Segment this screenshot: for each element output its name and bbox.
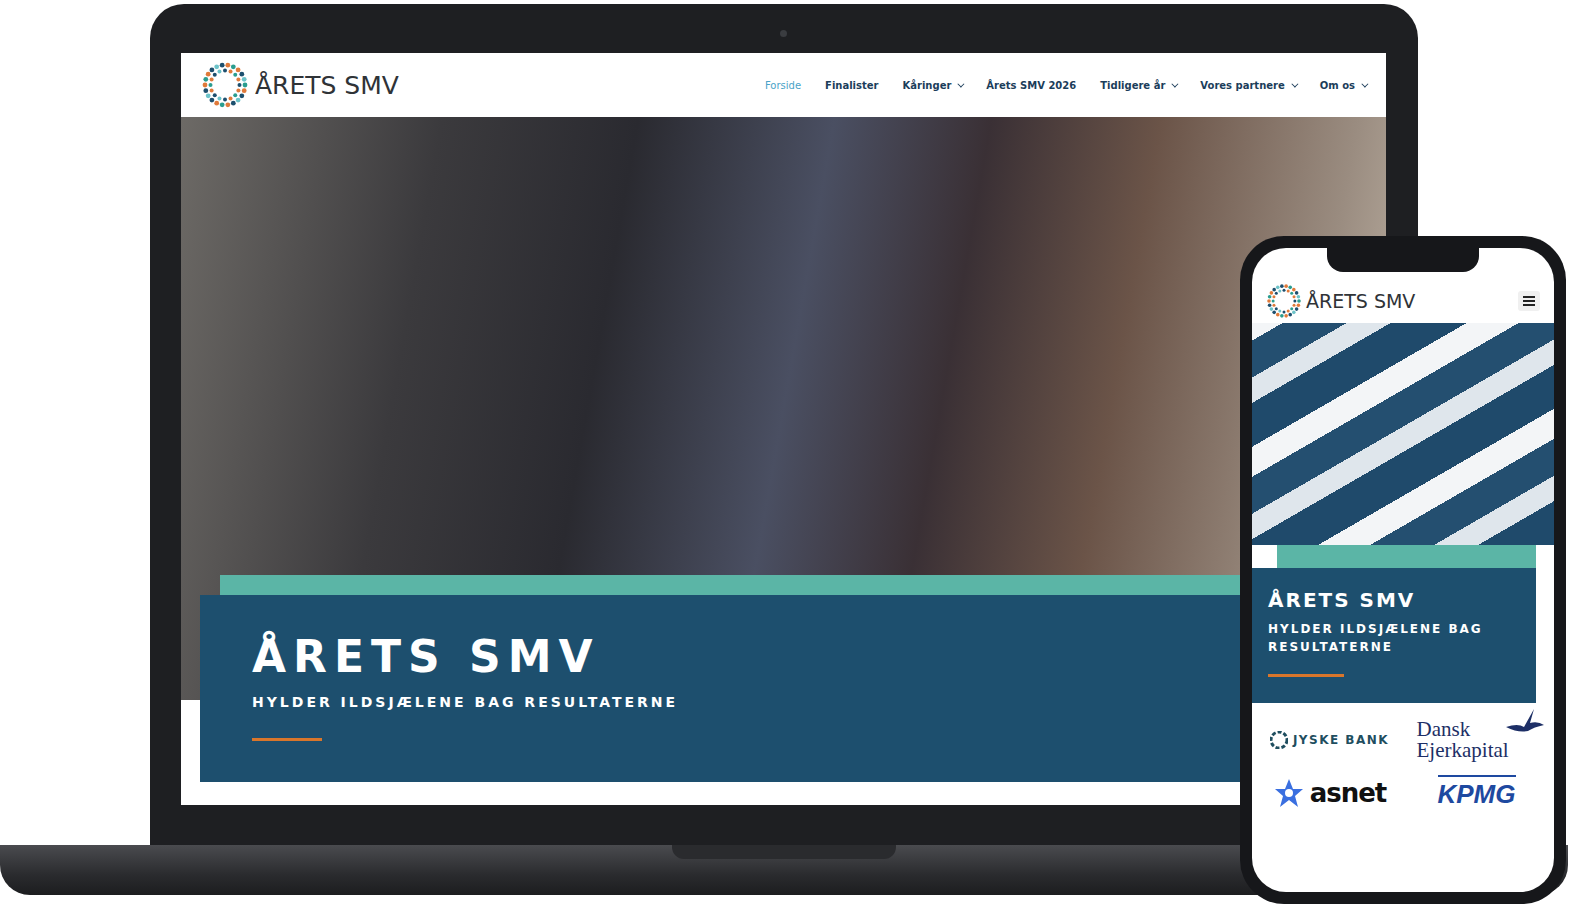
hero-subtitle: HYLDER ILDSJÆLENE BAG RESULTATERNE [252, 694, 1208, 710]
hero-underline [252, 738, 322, 741]
camera-icon [780, 30, 787, 37]
menu-icon[interactable] [1518, 291, 1540, 311]
star-icon [1273, 777, 1305, 809]
main-nav: Forside Finalister Kåringer Årets SMV 2026 T… [765, 80, 1366, 91]
desktop-screen: ÅRETS SMV Forside Finalister Kåringer Årets … [181, 53, 1386, 805]
partner-logo[interactable]: JYSKE BANK [1260, 731, 1399, 749]
partner-logo[interactable]: KPMG [1407, 775, 1546, 810]
hero-accent-strip [220, 575, 1280, 595]
hero-section: ÅRETS SMV HYLDER ILDSJÆLENE BAG RESULTATE… [181, 117, 1386, 805]
mobile-screen: ÅRETS SMV ÅRETS SMV HYLDER ILDSJÆLENE BAG … [1252, 248, 1554, 892]
chevron-icon [1361, 80, 1368, 87]
partner-logos: JYSKE BANK Dansk EjerkapitalasnetKPMG [1252, 703, 1554, 826]
chevron-icon [1291, 80, 1298, 87]
hero-photo [1252, 323, 1554, 545]
hero-title: ÅRETS SMV [252, 631, 1208, 682]
partner-logo[interactable]: asnet [1260, 777, 1399, 809]
nav-item[interactable]: Årets SMV 2026 [986, 80, 1076, 91]
mockup-canvas: ÅRETS SMV Forside Finalister Kåringer Årets … [0, 0, 1574, 920]
hero-banner: ÅRETS SMV HYLDER ILDSJÆLENE BAG RESULTATE… [200, 595, 1260, 782]
jyske-icon [1270, 731, 1288, 749]
chevron-icon [1172, 80, 1179, 87]
laptop-lid: ÅRETS SMV Forside Finalister Kåringer Årets … [150, 4, 1418, 845]
nav-item[interactable]: Kåringer [903, 80, 963, 91]
nav-item[interactable]: Finalister [825, 80, 878, 91]
nav-item[interactable]: Vores partnere [1200, 80, 1295, 91]
phone: ÅRETS SMV ÅRETS SMV HYLDER ILDSJÆLENE BAG … [1240, 236, 1566, 904]
nav-item[interactable]: Tidligere år [1100, 80, 1176, 91]
logo-icon [1266, 283, 1302, 319]
hero-banner: ÅRETS SMV HYLDER ILDSJÆLENE BAG RESULTATE… [1252, 568, 1536, 703]
hero-underline [1268, 674, 1344, 677]
hero-subtitle: HYLDER ILDSJÆLENE BAG RESULTATERNE [1268, 620, 1520, 656]
site-logo[interactable]: ÅRETS SMV [201, 61, 399, 109]
logo-icon [201, 61, 249, 109]
phone-notch [1327, 248, 1479, 272]
hero-title: ÅRETS SMV [1268, 588, 1520, 612]
partner-logo[interactable]: Dansk Ejerkapital [1407, 719, 1546, 761]
bird-icon [1504, 705, 1546, 735]
laptop-notch [672, 845, 896, 859]
nav-item[interactable]: Forside [765, 80, 801, 91]
site-logo[interactable]: ÅRETS SMV [1266, 283, 1415, 319]
hero-accent-strip [1277, 545, 1536, 568]
chevron-icon [958, 80, 965, 87]
nav-item[interactable]: Om os [1320, 80, 1366, 91]
site-header: ÅRETS SMV Forside Finalister Kåringer Årets … [181, 53, 1386, 117]
